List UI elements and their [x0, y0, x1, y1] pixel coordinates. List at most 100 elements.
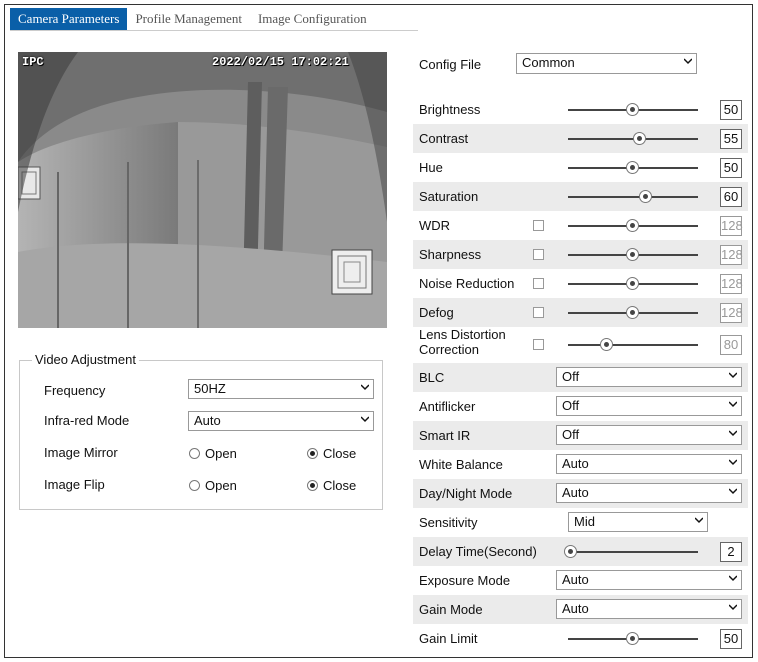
- osd-camera-name: IPC: [22, 55, 44, 69]
- tab-camera-parameters[interactable]: Camera Parameters: [10, 8, 128, 30]
- defog-slider[interactable]: [568, 306, 698, 319]
- antiflicker-select[interactable]: Off: [556, 396, 742, 416]
- flip-open-radio[interactable]: [189, 480, 200, 491]
- mirror-close-radio[interactable]: [307, 448, 318, 459]
- video-adjustment-title: Video Adjustment: [32, 352, 139, 367]
- mirror-close-label: Close: [323, 446, 357, 461]
- lens-distortion-correction-checkbox[interactable]: [533, 339, 544, 350]
- contrast-slider[interactable]: [568, 132, 698, 145]
- wdr-row: WDR 128: [413, 211, 748, 240]
- smart-ir-select[interactable]: Off: [556, 425, 742, 445]
- noise-reduction-checkbox[interactable]: [533, 278, 544, 289]
- lens-distortion-correction-slider-thumb[interactable]: [600, 338, 613, 351]
- noise-reduction-value[interactable]: 128: [720, 274, 743, 294]
- flip-close-radio[interactable]: [307, 480, 318, 491]
- gain-limit-slider-thumb[interactable]: [626, 632, 639, 645]
- delay-time-slider[interactable]: [563, 545, 698, 558]
- image-flip-label: Image Flip: [44, 477, 105, 492]
- lens-distortion-correction-row: Lens Distortion Correction 80: [413, 327, 748, 363]
- config-file-select[interactable]: Common: [516, 53, 697, 74]
- gain-mode-select[interactable]: Auto: [556, 599, 742, 619]
- exposure-mode-value: Auto: [562, 572, 589, 587]
- wdr-value[interactable]: 128: [720, 216, 743, 236]
- exposure-mode-select[interactable]: Auto: [556, 570, 742, 590]
- noise-reduction-row: Noise Reduction 128: [413, 269, 748, 298]
- osd-datetime: 2022/02/15 17:02:21: [212, 55, 349, 69]
- lens-distortion-correction-label: Lens Distortion Correction: [419, 327, 506, 357]
- hue-slider[interactable]: [568, 161, 698, 174]
- blc-value: Off: [562, 369, 580, 384]
- hue-row: Hue 50: [413, 153, 748, 182]
- exposure-mode-label: Exposure Mode: [419, 573, 511, 588]
- wdr-slider[interactable]: [568, 219, 698, 232]
- sharpness-checkbox[interactable]: [533, 249, 544, 260]
- smart-ir-value: Off: [562, 427, 580, 442]
- brightness-value[interactable]: 50: [720, 100, 742, 120]
- saturation-row: Saturation 60: [413, 182, 748, 211]
- wdr-slider-thumb[interactable]: [626, 219, 639, 232]
- antiflicker-label: Antiflicker: [419, 399, 476, 414]
- frequency-label: Frequency: [44, 383, 106, 398]
- saturation-slider[interactable]: [568, 190, 698, 203]
- defog-row: Defog 128: [413, 298, 748, 327]
- sensitivity-select[interactable]: Mid: [568, 512, 708, 532]
- chevron-down-icon: [361, 416, 369, 423]
- lens-distortion-correction-slider[interactable]: [568, 338, 698, 351]
- defog-value[interactable]: 128: [720, 303, 743, 323]
- sharpness-value[interactable]: 128: [720, 245, 743, 265]
- sharpness-slider-thumb[interactable]: [626, 248, 639, 261]
- antiflicker-row: Antiflicker Off: [413, 392, 748, 421]
- chevron-down-icon: [361, 384, 369, 391]
- noise-reduction-slider-thumb[interactable]: [626, 277, 639, 290]
- white-balance-select[interactable]: Auto: [556, 454, 742, 474]
- live-preview: IPC 2022/02/15 17:02:21: [18, 52, 387, 328]
- brightness-row: Brightness 50: [413, 95, 748, 124]
- config-file-value: Common: [522, 55, 575, 70]
- sensitivity-row: Sensitivity Mid: [413, 508, 748, 537]
- contrast-slider-thumb[interactable]: [632, 132, 646, 145]
- infrared-value: Auto: [194, 413, 221, 428]
- sharpness-slider[interactable]: [568, 248, 698, 261]
- chevron-down-icon: [729, 401, 737, 408]
- wdr-label: WDR: [419, 218, 451, 233]
- tab-divider: [10, 30, 418, 31]
- infrared-mode-select[interactable]: Auto: [188, 411, 374, 431]
- gain-mode-row: Gain Mode Auto: [413, 595, 748, 624]
- infrared-label: Infra-red Mode: [44, 413, 130, 428]
- sharpness-row: Sharpness 128: [413, 240, 748, 269]
- hue-slider-thumb[interactable]: [626, 161, 639, 174]
- delay-time-slider-thumb[interactable]: [563, 545, 577, 558]
- gain-mode-value: Auto: [562, 601, 589, 616]
- wdr-checkbox[interactable]: [533, 220, 544, 231]
- brightness-slider-thumb[interactable]: [626, 103, 639, 116]
- video-adjustment-group: Video Adjustment Frequency 50HZ Infra-re…: [19, 352, 383, 510]
- gain-limit-value[interactable]: 50: [720, 629, 742, 649]
- hue-label: Hue: [419, 160, 443, 175]
- chevron-down-icon: [729, 488, 737, 495]
- day-night-select[interactable]: Auto: [556, 483, 742, 503]
- noise-reduction-slider[interactable]: [568, 277, 698, 290]
- defog-checkbox[interactable]: [533, 307, 544, 318]
- delay-time-value[interactable]: 2: [720, 542, 742, 562]
- gain-limit-slider[interactable]: [568, 632, 698, 645]
- saturation-value[interactable]: 60: [720, 187, 742, 207]
- camera-image: [18, 52, 387, 328]
- chevron-down-icon: [729, 372, 737, 379]
- mirror-open-radio[interactable]: [189, 448, 200, 459]
- contrast-value[interactable]: 55: [720, 129, 742, 149]
- lens-distortion-correction-value[interactable]: 80: [720, 335, 742, 355]
- smart-ir-row: Smart IR Off: [413, 421, 748, 450]
- hue-value[interactable]: 50: [720, 158, 742, 178]
- noise-reduction-label: Noise Reduction: [419, 276, 515, 291]
- blc-select[interactable]: Off: [556, 367, 742, 387]
- mirror-open-label: Open: [205, 446, 237, 461]
- tab-image-configuration[interactable]: Image Configuration: [250, 8, 375, 30]
- sensitivity-value: Mid: [574, 514, 595, 529]
- frequency-select[interactable]: 50HZ: [188, 379, 374, 399]
- chevron-down-icon: [729, 459, 737, 466]
- brightness-slider[interactable]: [568, 103, 698, 116]
- saturation-slider-thumb[interactable]: [639, 190, 652, 203]
- tab-profile-management[interactable]: Profile Management: [127, 8, 250, 30]
- defog-slider-thumb[interactable]: [626, 306, 639, 319]
- delay-time-label: Delay Time(Second): [419, 544, 537, 559]
